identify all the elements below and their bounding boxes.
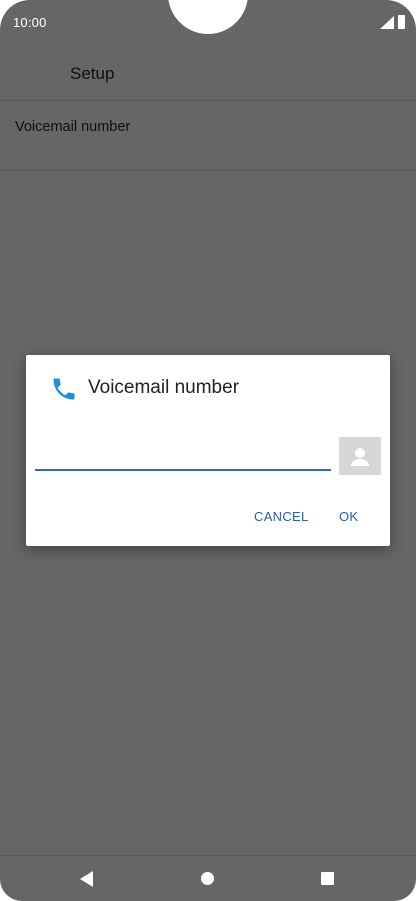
dialog-title: Voicemail number [88,377,240,398]
status-time: 10:00 [13,15,47,30]
home-icon[interactable] [201,872,214,885]
status-bar: 10:00 [0,0,416,44]
list-item-label: Voicemail number [15,119,131,135]
page-title: Setup [70,64,115,83]
ok-button[interactable]: OK [339,509,358,524]
contact-picker-icon [351,448,369,466]
voicemail-number-dialog: Voicemail number CANCEL OK [26,355,390,546]
voicemail-number-input[interactable] [35,445,331,471]
phone-screen: 10:00 Setup Voicemail number Voicemail n… [0,0,416,901]
signal-icon [380,16,394,29]
back-icon[interactable] [80,871,93,887]
list-item-voicemail-number[interactable]: Voicemail number [0,101,416,171]
navigation-bar [0,855,416,901]
app-bar: Setup [0,44,416,101]
phone-icon [53,378,75,400]
battery-icon [398,15,405,29]
contact-picker-button[interactable] [339,437,381,475]
cancel-button[interactable]: CANCEL [254,509,309,524]
recents-icon[interactable] [321,872,334,885]
